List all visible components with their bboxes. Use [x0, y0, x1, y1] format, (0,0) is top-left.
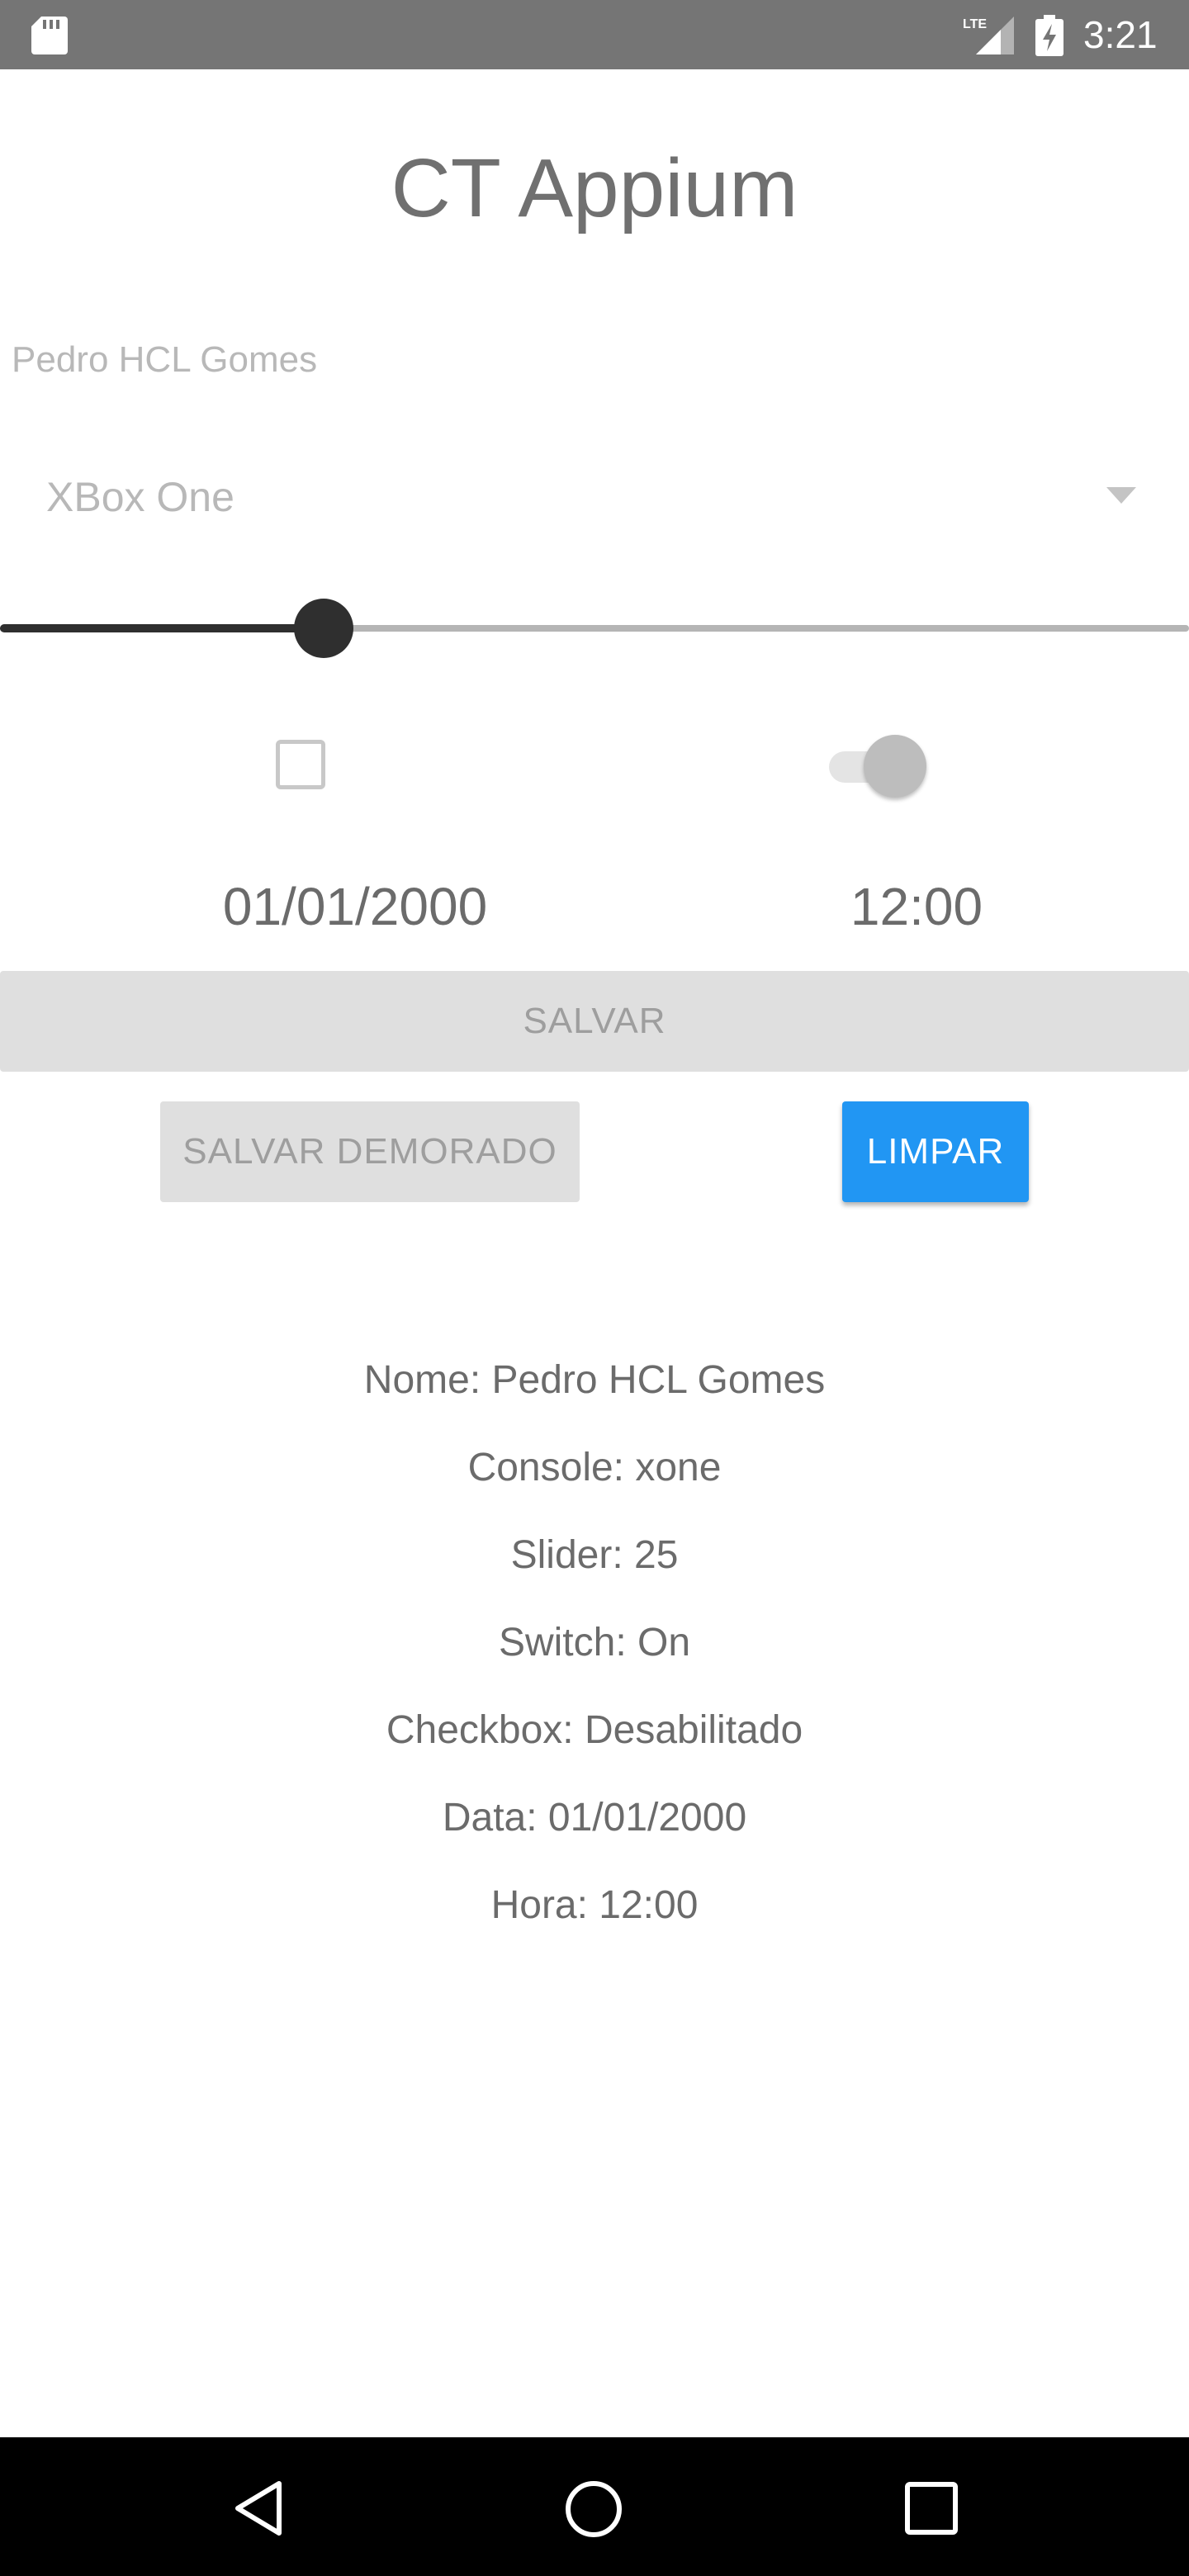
slider-fill: [0, 624, 324, 632]
toggle-switch[interactable]: [826, 730, 933, 799]
save-button[interactable]: SALVAR: [0, 971, 1189, 1072]
summary-panel: Nome: Pedro HCL Gomes Console: xone Slid…: [0, 1349, 1189, 1962]
dropdown-arrow-icon: [1106, 487, 1136, 504]
home-icon[interactable]: [563, 2479, 624, 2540]
sd-card-icon: [31, 17, 68, 54]
time-picker-text[interactable]: 12:00: [710, 874, 1123, 940]
lte-signal-icon: LTE: [963, 17, 1014, 54]
console-select[interactable]: XBox One: [0, 462, 1189, 528]
name-input[interactable]: [12, 335, 1168, 385]
clear-button[interactable]: LIMPAR: [842, 1101, 1029, 1202]
summary-slider: Slider: 25: [510, 1533, 679, 1577]
status-bar: LTE 3:21: [0, 0, 1189, 69]
save-delayed-button[interactable]: SALVAR DEMORADO: [160, 1101, 580, 1202]
console-slider[interactable]: [0, 598, 1189, 658]
summary-time: Hora: 12:00: [490, 1883, 699, 1927]
summary-switch: Switch: On: [498, 1621, 691, 1664]
summary-console: Console: xone: [467, 1446, 722, 1489]
date-picker-text[interactable]: 01/01/2000: [99, 874, 611, 940]
battery-charging-icon: [1035, 15, 1063, 56]
summary-name: Nome: Pedro HCL Gomes: [363, 1358, 826, 1402]
checkbox[interactable]: [276, 740, 325, 789]
recents-icon[interactable]: [903, 2480, 959, 2536]
slider-thumb[interactable]: [294, 599, 353, 658]
app-title: CT Appium: [391, 142, 798, 234]
switch-thumb: [864, 735, 926, 798]
summary-checkbox: Checkbox: Desabilitado: [386, 1708, 803, 1752]
network-label: LTE: [963, 17, 987, 31]
back-icon[interactable]: [231, 2479, 291, 2538]
status-clock: 3:21: [1083, 13, 1158, 56]
navigation-bar: [0, 2437, 1189, 2576]
console-selected-value: XBox One: [46, 474, 234, 520]
summary-date: Data: 01/01/2000: [442, 1796, 747, 1840]
